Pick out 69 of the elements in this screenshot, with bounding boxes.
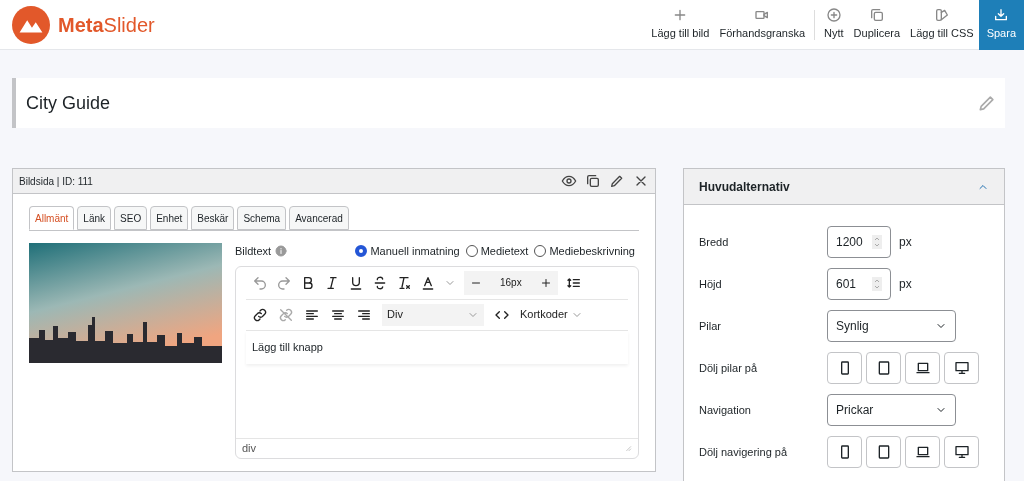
device-toggle-button[interactable]	[866, 436, 901, 468]
setting-label: Dölj navigering på	[699, 445, 788, 458]
device-toggle-button[interactable]	[827, 436, 862, 468]
toolbar-button[interactable]: Lägg till CSS	[905, 0, 979, 50]
shortcodes-menu[interactable]: Kortkoder	[520, 306, 583, 323]
unlink-icon	[278, 306, 294, 323]
paint-swatch-icon	[933, 7, 950, 24]
device-toggle-button[interactable]	[866, 352, 901, 384]
unit-label: px	[899, 234, 912, 251]
slide-header: Bildsida | ID: 111	[19, 174, 93, 189]
toolbar-button[interactable]: Lägg till bild	[646, 0, 715, 50]
radio-option[interactable]: Mediebeskrivning	[534, 243, 635, 260]
tab[interactable]: Allmänt	[29, 206, 75, 230]
laptop-icon	[914, 444, 931, 460]
tab[interactable]: Schema	[237, 206, 287, 230]
underline-icon	[348, 274, 364, 291]
select-field[interactable]: Synlig	[827, 310, 956, 342]
toolbar-button[interactable]: Förhandsgranska	[714, 0, 810, 50]
logo-icon	[12, 5, 50, 44]
tab[interactable]: SEO	[114, 206, 148, 230]
toolbar-button[interactable]: Spara	[978, 0, 1024, 50]
text-color-icon	[420, 274, 436, 291]
radio-option[interactable]: Medietext	[465, 243, 529, 260]
tab[interactable]: Beskär	[191, 206, 235, 230]
toolbar-button[interactable]: Nytt	[819, 0, 849, 50]
link-icon	[252, 306, 268, 323]
number-field[interactable]: 1200	[827, 226, 891, 258]
undo-icon	[252, 274, 268, 291]
element-path: div	[242, 440, 257, 456]
eye-icon	[561, 173, 577, 189]
radio-option[interactable]: Manuell inmatning	[355, 243, 460, 260]
number-field[interactable]: 601	[827, 268, 891, 300]
plus-circle-icon	[825, 7, 842, 24]
setting-label: Höjd	[699, 277, 722, 290]
block-format-select[interactable]: Div	[382, 303, 484, 326]
device-toggle-button[interactable]	[827, 352, 862, 384]
tab[interactable]: Enhet	[150, 206, 189, 230]
desktop-icon	[953, 360, 970, 376]
logo-text: MetaSlider	[58, 12, 155, 38]
redo-icon	[276, 274, 292, 291]
device-toggle-button[interactable]	[944, 352, 979, 384]
copy-icon	[585, 173, 601, 189]
laptop-icon	[914, 360, 931, 376]
device-toggle-button[interactable]	[905, 436, 940, 468]
add-button-button[interactable]: Lägg till knapp	[252, 338, 323, 356]
toolbar-button[interactable]: Duplicera	[848, 0, 906, 50]
tab[interactable]: Länk	[77, 206, 112, 230]
desktop-icon	[953, 444, 970, 460]
setting-label: Bredd	[699, 235, 729, 248]
strikethrough-icon	[372, 274, 388, 291]
copy-icon	[868, 7, 885, 24]
pencil-icon	[977, 93, 997, 113]
clear-format-icon	[396, 274, 412, 291]
pencil-icon	[609, 173, 625, 189]
device-toggle-button[interactable]	[905, 352, 940, 384]
plus-icon	[539, 276, 552, 289]
caption-label: Bildtext	[235, 244, 272, 259]
resize-handle-icon	[624, 444, 632, 452]
slideshow-title: City Guide	[26, 91, 111, 115]
unit-label: px	[899, 276, 912, 293]
italic-icon	[324, 274, 340, 291]
settings-title: Huvudalternativ	[699, 178, 790, 196]
device-toggle-button[interactable]	[944, 436, 979, 468]
setting-label: Dölj pilar på	[699, 361, 758, 374]
select-field[interactable]: Prickar	[827, 394, 956, 426]
setting-label: Pilar	[699, 319, 721, 332]
info-icon	[275, 245, 288, 258]
setting-label: Navigation	[699, 403, 751, 416]
tab[interactable]: Avancerad	[289, 206, 349, 230]
